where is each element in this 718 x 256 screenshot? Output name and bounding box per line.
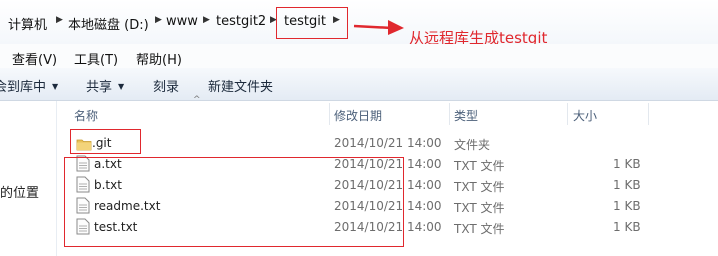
file-type: TXT 文件 xyxy=(454,222,505,236)
column-header-type[interactable]: 类型 xyxy=(454,107,478,124)
include-in-library-label: 会到库中 xyxy=(0,80,47,95)
column-header-name[interactable]: 名称 xyxy=(74,107,98,124)
breadcrumb-testgit2[interactable]: testgit2 xyxy=(216,14,266,29)
file-type: TXT 文件 xyxy=(454,201,505,215)
chevron-right-icon[interactable]: ▶ xyxy=(155,15,162,25)
file-size: 1 KB xyxy=(613,220,641,234)
navigation-pane: 的位置 xyxy=(0,101,57,256)
file-row[interactable]: .git 2014/10/21 14:00 文件夹 xyxy=(70,133,718,154)
column-header-date[interactable]: 修改日期 xyxy=(334,107,382,124)
dropdown-arrow-icon: ▼ xyxy=(118,82,125,91)
highlight-box-git-folder xyxy=(70,129,141,154)
breadcrumb-www[interactable]: www xyxy=(166,14,198,29)
highlight-box-breadcrumb xyxy=(276,7,348,39)
nav-item-locations[interactable]: 的位置 xyxy=(0,182,39,201)
include-in-library-button[interactable]: 会到库中 ▼ xyxy=(0,76,58,95)
file-size: 1 KB xyxy=(613,199,641,213)
breadcrumb-computer[interactable]: 计算机 xyxy=(8,14,47,33)
column-divider[interactable] xyxy=(567,103,568,125)
column-divider[interactable] xyxy=(449,103,450,125)
highlight-box-files xyxy=(64,157,404,247)
command-toolbar: 会到库中 ▼ 共享 ▼ 刻录 新建文件夹 xyxy=(0,68,718,101)
dropdown-arrow-icon: ▼ xyxy=(52,82,59,91)
menu-bar: 查看(V) 工具(T) 帮助(H) xyxy=(0,44,718,69)
file-size: 1 KB xyxy=(613,178,641,192)
red-arrow-icon xyxy=(353,20,404,35)
share-label: 共享 xyxy=(86,80,113,95)
new-folder-button[interactable]: 新建文件夹 xyxy=(208,76,273,95)
breadcrumb-drive[interactable]: 本地磁盘 (D:) xyxy=(68,14,149,33)
file-size: 1 KB xyxy=(613,157,641,171)
column-divider[interactable] xyxy=(329,103,330,125)
file-type: TXT 文件 xyxy=(454,159,505,173)
file-type: 文件夹 xyxy=(454,138,491,152)
column-header-size[interactable]: 大小 xyxy=(573,107,597,124)
file-type: TXT 文件 xyxy=(454,180,505,194)
burn-button[interactable]: 刻录 xyxy=(153,76,179,95)
menu-tools[interactable]: 工具(T) xyxy=(74,49,118,68)
file-date: 2014/10/21 14:00 xyxy=(334,136,442,150)
chevron-right-icon[interactable]: ▶ xyxy=(203,15,210,25)
chevron-right-icon[interactable]: ▶ xyxy=(56,15,63,25)
menu-help[interactable]: 帮助(H) xyxy=(136,49,182,68)
sort-ascending-icon: ^ xyxy=(193,95,201,105)
column-divider[interactable] xyxy=(648,103,649,125)
share-button[interactable]: 共享 ▼ xyxy=(86,76,124,95)
menu-view[interactable]: 查看(V) xyxy=(12,49,57,68)
